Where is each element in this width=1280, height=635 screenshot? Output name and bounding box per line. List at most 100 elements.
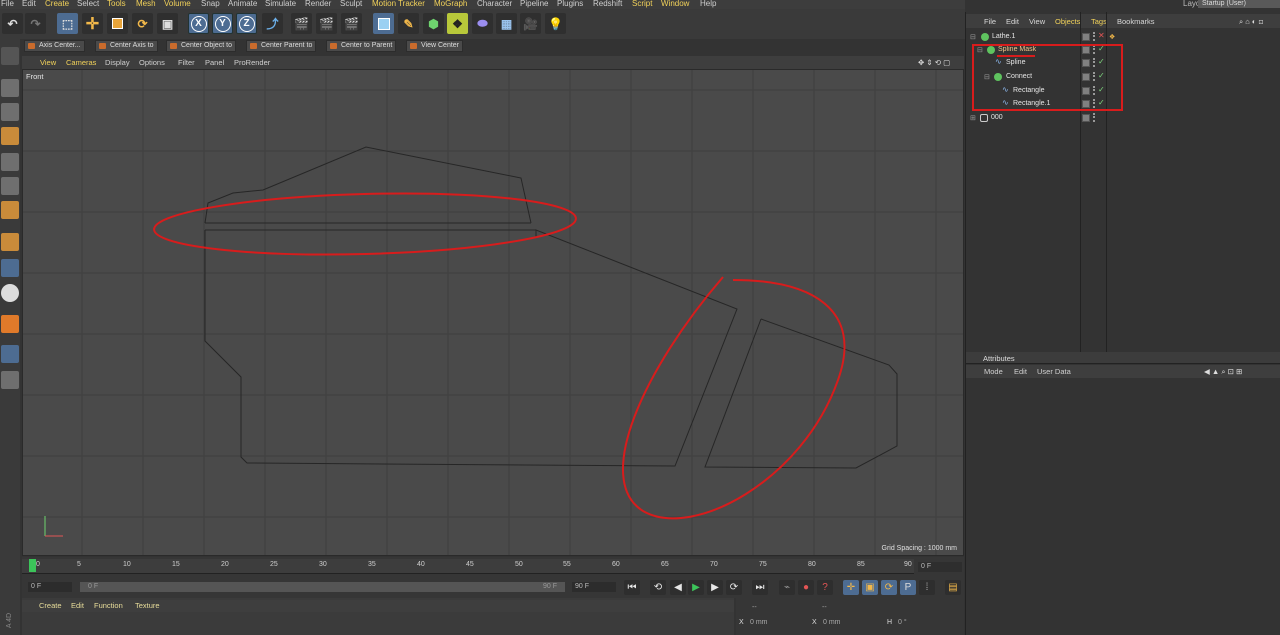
next-frame-icon[interactable]: ▶	[707, 580, 723, 595]
menu-select[interactable]: Select	[77, 0, 99, 8]
scale-button[interactable]	[107, 13, 128, 34]
timeline-ruler[interactable]: 0 5 10 15 20 25 30 35 40 45 50 55 60 65 …	[22, 559, 914, 574]
layout-select[interactable]: Startup (User)	[1198, 0, 1280, 8]
points-mode-icon[interactable]	[1, 153, 19, 171]
render-settings-button[interactable]: 🎬	[341, 13, 362, 34]
menu-character[interactable]: Character	[477, 0, 512, 8]
film-icon[interactable]: ▤	[945, 580, 961, 595]
record-keys-icon[interactable]: ⌁	[779, 580, 795, 595]
key-pla-icon[interactable]: ⁞	[919, 580, 935, 595]
viewport-menu-options[interactable]: Options	[139, 58, 165, 67]
timeline[interactable]: 0 5 10 15 20 25 30 35 40 45 50 55 60 65 …	[22, 557, 964, 578]
visibility-dots-icon[interactable]	[1093, 113, 1096, 122]
playhead[interactable]	[29, 559, 36, 572]
menu-edit[interactable]: Edit	[22, 0, 36, 8]
om-menu-view[interactable]: View	[1029, 17, 1045, 26]
make-editable-icon[interactable]	[1, 47, 19, 65]
attr-menu-mode[interactable]: Mode	[984, 367, 1003, 376]
key-scale-icon[interactable]: ▣	[862, 580, 878, 595]
frame-range-slider[interactable]: 0 F 90 F	[80, 582, 565, 592]
om-menu-objects[interactable]: Objects	[1055, 17, 1080, 26]
menu-render[interactable]: Render	[305, 0, 331, 8]
coordinate-system-button[interactable]: ⤴	[262, 13, 283, 34]
workplane-lock-icon[interactable]	[1, 345, 19, 363]
disabled-icon[interactable]: ✕	[1098, 31, 1105, 40]
axis-mode-icon[interactable]	[1, 233, 19, 251]
attr-menu-edit[interactable]: Edit	[1014, 367, 1027, 376]
center-object-to-button[interactable]: Center Object to	[166, 40, 236, 52]
menu-motion-tracker[interactable]: Motion Tracker	[372, 0, 425, 8]
y-axis-lock-button[interactable]: Y	[212, 13, 233, 34]
menu-simulate[interactable]: Simulate	[265, 0, 296, 8]
material-menu-create[interactable]: Create	[39, 601, 62, 610]
menu-pipeline[interactable]: Pipeline	[520, 0, 548, 8]
render-picture-viewer-button[interactable]: 🎬	[316, 13, 337, 34]
x-axis-lock-button[interactable]: X	[188, 13, 209, 34]
visibility-dots-icon[interactable]	[1093, 32, 1096, 41]
axis-center-button[interactable]: Axis Center...	[24, 40, 85, 52]
workplane-icon[interactable]	[1, 127, 19, 145]
prev-key-icon[interactable]: ⟲	[650, 580, 666, 595]
om-menu-bookmarks[interactable]: Bookmarks	[1117, 17, 1155, 26]
menu-sculpt[interactable]: Sculpt	[340, 0, 362, 8]
quantize-icon[interactable]	[1, 371, 19, 389]
menu-animate[interactable]: Animate	[228, 0, 257, 8]
camera-button[interactable]: 🎥	[520, 13, 541, 34]
autokey-icon[interactable]: ?	[817, 580, 833, 595]
play-icon[interactable]: ▶	[688, 580, 704, 595]
phong-tag-icon[interactable]: ❖	[1109, 33, 1115, 41]
viewport-nav-icon[interactable]: ✥ ⇕ ⟲ ▢	[918, 58, 950, 67]
object-name[interactable]: 000	[991, 114, 1003, 121]
z-axis-lock-button[interactable]: Z	[236, 13, 257, 34]
om-menu-tags[interactable]: Tags	[1091, 17, 1107, 26]
move-button[interactable]: ✛	[82, 13, 103, 34]
object-name[interactable]: Lathe.1	[992, 33, 1015, 40]
undo-button[interactable]: ↶	[2, 13, 23, 34]
om-search-icon[interactable]: ⌕ ⌂ ◐ ⊡	[1239, 17, 1263, 27]
menu-create[interactable]: Create	[45, 0, 69, 8]
menu-tools[interactable]: Tools	[107, 0, 126, 8]
viewport-front[interactable]: Front Grid Spacing : 1000 mm	[22, 69, 964, 556]
deformer-button[interactable]: ⬬	[472, 13, 493, 34]
menu-mograph[interactable]: MoGraph	[434, 0, 467, 8]
material-menu-texture[interactable]: Texture	[135, 601, 160, 610]
key-param-icon[interactable]: P	[900, 580, 916, 595]
snap-icon[interactable]	[1, 315, 19, 333]
record-active-icon[interactable]: ●	[798, 580, 814, 595]
menu-volume[interactable]: Volume	[164, 0, 191, 8]
object-row-lathe[interactable]: ⊟ Lathe.1 ✕ ❖	[966, 31, 1280, 44]
key-position-icon[interactable]: ✛	[843, 580, 859, 595]
menu-mesh[interactable]: Mesh	[136, 0, 156, 8]
key-rotation-icon[interactable]: ⟳	[881, 580, 897, 595]
array-button[interactable]: ❖	[447, 13, 468, 34]
edges-mode-icon[interactable]	[1, 177, 19, 195]
viewport-menu-cameras[interactable]: Cameras	[66, 58, 96, 67]
goto-end-icon[interactable]: ⏭	[752, 580, 768, 595]
om-menu-file[interactable]: File	[984, 17, 996, 26]
viewport-menu-prorender[interactable]: ProRender	[234, 58, 270, 67]
start-frame-field[interactable]: 0 F	[28, 582, 72, 592]
center-axis-to-button[interactable]: Center Axis to	[95, 40, 158, 52]
texture-mode-icon[interactable]	[1, 103, 19, 121]
current-frame-field[interactable]: 0 F	[918, 562, 962, 572]
end-frame-field[interactable]: 90 F	[572, 582, 616, 592]
menu-snap[interactable]: Snap	[201, 0, 220, 8]
visibility-tag-icon[interactable]	[1082, 33, 1090, 41]
live-selection-button[interactable]: ⬚	[57, 13, 78, 34]
menu-help[interactable]: Help	[700, 0, 716, 8]
polygons-mode-icon[interactable]	[1, 201, 19, 219]
goto-start-icon[interactable]: ⏮	[624, 580, 640, 595]
light-button[interactable]: 💡	[545, 13, 566, 34]
viewport-menu-display[interactable]: Display	[105, 58, 130, 67]
tweak-mode-icon[interactable]	[1, 259, 19, 277]
viewport-menu-view[interactable]: View	[40, 58, 56, 67]
menu-redshift[interactable]: Redshift	[593, 0, 622, 8]
coord-x2-field[interactable]: 0 mm	[823, 619, 841, 626]
view-center-button[interactable]: View Center	[406, 40, 464, 52]
recent-tools-button[interactable]: ▣	[157, 13, 178, 34]
solo-icon[interactable]	[1, 284, 19, 302]
viewport-menu-filter[interactable]: Filter	[178, 58, 195, 67]
object-row-000[interactable]: ⊞ 000	[966, 112, 1280, 125]
menu-file[interactable]: File	[1, 0, 14, 8]
next-key-icon[interactable]: ⟳	[726, 580, 742, 595]
